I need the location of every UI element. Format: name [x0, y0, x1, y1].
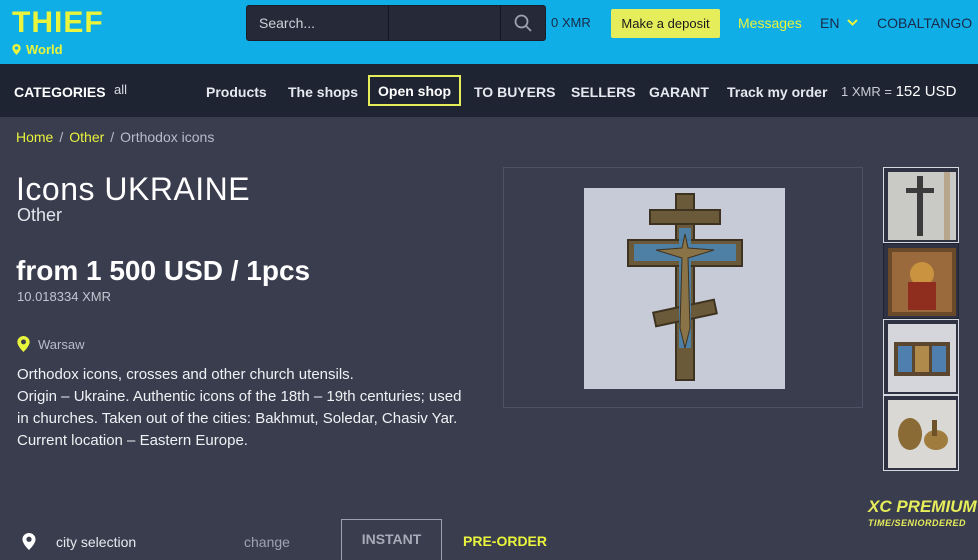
thumbnail-photo-church-utensils — [888, 400, 956, 468]
location-pin-icon — [17, 336, 30, 352]
product-description: Orthodox icons, crosses and other church… — [17, 364, 477, 452]
badge-line-1: XC PREMIUM — [868, 497, 977, 516]
description-line: Origin – Ukraine. Authentic icons of the… — [17, 388, 462, 449]
exchange-rate: 1 XMR = 152 USD — [841, 83, 956, 100]
logo-subtitle: World — [12, 42, 63, 57]
thumbnail-list — [883, 167, 959, 471]
search-button[interactable] — [501, 6, 545, 40]
nav-to-buyers[interactable]: TO BUYERS — [474, 84, 555, 100]
make-deposit-button[interactable]: Make a deposit — [611, 9, 720, 38]
product-price-xmr: 10.018334 XMR — [17, 289, 111, 304]
nav-the-shops[interactable]: The shops — [288, 84, 358, 100]
breadcrumb-home[interactable]: Home — [16, 129, 53, 145]
main-nav: CATEGORIES all Products The shops Open s… — [0, 64, 978, 117]
city-selection[interactable]: city selection — [22, 533, 136, 550]
badge-line-2: TIME/SENIORDERED — [868, 518, 967, 528]
product-title: Icons UKRAINE — [16, 171, 251, 207]
search-icon — [514, 14, 532, 32]
logo-text: THIEF — [12, 6, 104, 39]
product-photo-cross — [584, 188, 785, 389]
nav-track-order[interactable]: Track my order — [727, 84, 827, 100]
xmr-balance: 0 XMR — [551, 15, 591, 30]
messages-link[interactable]: Messages — [738, 15, 802, 31]
breadcrumb-current: Orthodox icons — [120, 129, 215, 145]
product-image-frame[interactable] — [503, 167, 863, 408]
location-text: Warsaw — [38, 336, 85, 352]
search-bar — [246, 5, 546, 41]
instant-tab[interactable]: INSTANT — [341, 519, 442, 560]
thumbnail[interactable] — [883, 243, 959, 319]
language-label: EN — [820, 15, 840, 31]
location-pin-icon — [22, 533, 36, 550]
logo-sub-text: World — [26, 42, 63, 57]
preorder-tab[interactable]: PRE-ORDER — [463, 533, 547, 549]
nav-garant[interactable]: GARANT — [649, 84, 709, 100]
username-link[interactable]: COBALTANGO — [877, 15, 972, 31]
breadcrumb-separator: / — [59, 129, 64, 145]
search-input[interactable] — [247, 6, 389, 40]
language-selector[interactable]: EN — [820, 15, 859, 31]
top-header: THIEF World 0 XMR Make a deposit Message… — [0, 0, 978, 64]
chevron-down-icon — [847, 19, 859, 26]
categories-all[interactable]: all — [114, 82, 127, 97]
product-category: Other — [17, 205, 63, 225]
nav-open-shop[interactable]: Open shop — [368, 75, 462, 106]
city-selection-label: city selection — [56, 533, 137, 550]
thumbnail-photo-triptych — [888, 324, 956, 392]
search-filter[interactable] — [389, 6, 501, 40]
nav-products[interactable]: Products — [206, 84, 267, 100]
product-location: Warsaw — [17, 336, 84, 352]
thumbnail[interactable] — [883, 167, 959, 243]
thumbnail-photo-icon-painting — [888, 248, 956, 316]
location-pin-icon — [12, 44, 21, 55]
categories-menu[interactable]: CATEGORIES — [14, 84, 106, 100]
thumbnail[interactable] — [883, 395, 959, 471]
rate-label: 1 XMR = — [841, 84, 892, 99]
premium-badge: XC PREMIUM TIME/SENIORDERED — [868, 498, 977, 532]
site-logo[interactable]: THIEF World — [12, 6, 104, 58]
breadcrumb: Home / Other / Orthodox icons — [16, 129, 214, 145]
product-price: from 1 500 USD / 1pcs — [16, 255, 311, 286]
change-city-link[interactable]: change — [244, 534, 290, 550]
breadcrumb-other[interactable]: Other — [69, 129, 104, 145]
rate-value: 152 USD — [895, 83, 957, 100]
thumbnail[interactable] — [883, 319, 959, 395]
thumbnail-photo-crucifix — [888, 172, 956, 240]
nav-sellers[interactable]: SELLERS — [571, 84, 636, 100]
description-line: Orthodox icons, crosses and other church… — [17, 366, 354, 383]
breadcrumb-separator: / — [110, 129, 115, 145]
